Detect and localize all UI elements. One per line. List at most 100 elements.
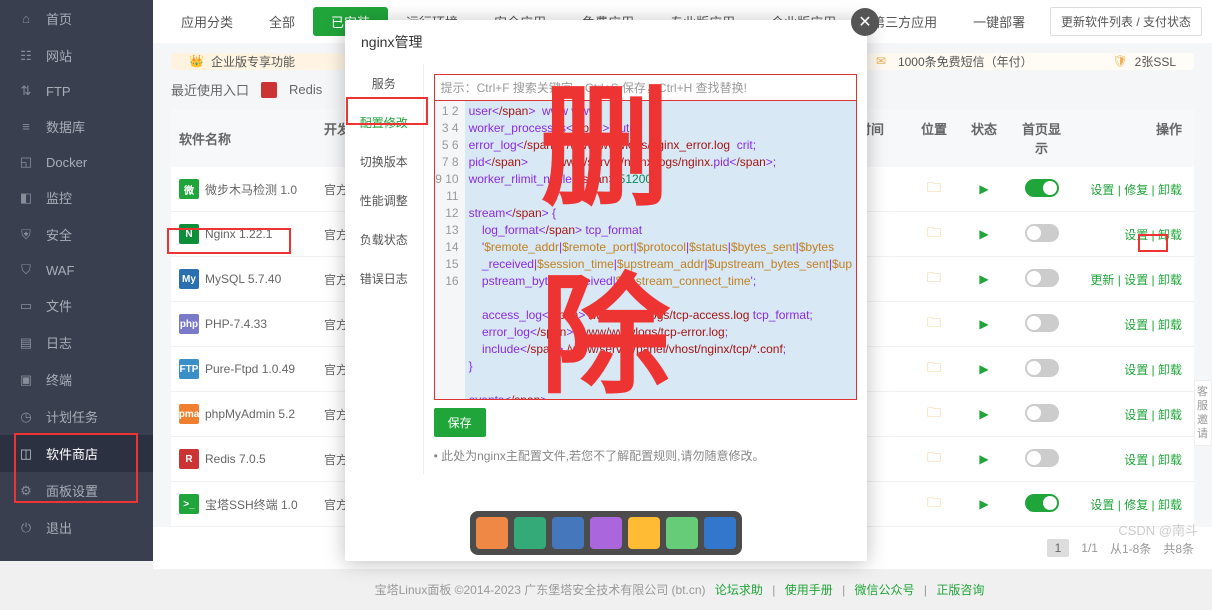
folder-icon[interactable]: 🗀 <box>927 224 941 240</box>
close-icon[interactable]: ✕ <box>851 8 879 36</box>
app-name[interactable]: Pure-Ftpd 1.0.49 <box>205 362 295 376</box>
dock-item[interactable] <box>704 517 736 549</box>
footer-link-forum[interactable]: 论坛求助 <box>715 583 763 597</box>
footer-link-wechat[interactable]: 微信公众号 <box>855 583 915 597</box>
sidebar-item-home[interactable]: ⌂首页 <box>0 0 153 37</box>
row-ops[interactable]: 更新 | 设置 | 卸载 <box>1074 261 1194 298</box>
app-icon: >_ <box>179 494 199 514</box>
folder-icon[interactable]: 🗀 <box>927 314 941 330</box>
watermark: CSDN @南斗 <box>1118 520 1198 539</box>
tab-all[interactable]: 全部 <box>251 7 313 36</box>
play-icon[interactable]: ▶ <box>979 362 988 376</box>
row-ops[interactable]: 设置 | 修复 | 卸载 <box>1074 486 1194 523</box>
folder-icon[interactable]: 🗀 <box>927 179 941 195</box>
recent-item[interactable]: Redis <box>289 82 322 97</box>
modal-content: 提示：Ctrl+F 搜索关键字，Ctrl+S 保存，Ctrl+H 查找替换! 1… <box>424 64 867 474</box>
dock-item[interactable] <box>552 517 584 549</box>
app-name[interactable]: Nginx 1.22.1 <box>205 227 272 241</box>
folder-icon[interactable]: 🗀 <box>927 269 941 285</box>
folder-icon[interactable]: 🗀 <box>927 494 941 510</box>
row-ops[interactable]: 设置 | 修复 | 卸载 <box>1074 171 1194 208</box>
code-area[interactable]: user</span> www www; worker_processes</s… <box>465 101 856 399</box>
folder-icon[interactable]: 🗀 <box>927 404 941 420</box>
config-editor[interactable]: 1 2 3 4 5 6 7 8 9 10 11 12 13 14 15 16 u… <box>434 100 857 400</box>
home-toggle[interactable] <box>1025 314 1059 332</box>
row-ops[interactable]: 设置 | 卸载 <box>1074 396 1194 433</box>
modal-title: nginx管理 <box>345 20 867 64</box>
home-toggle[interactable] <box>1025 404 1059 422</box>
sidebar-item-waf[interactable]: ⛉WAF <box>0 253 153 287</box>
folder-icon[interactable]: 🗀 <box>927 359 941 375</box>
tab-app-category[interactable]: 应用分类 <box>163 7 251 36</box>
home-toggle[interactable] <box>1025 179 1059 197</box>
sidebar-item-ftp[interactable]: ⇅FTP <box>0 74 153 108</box>
app-name[interactable]: Redis 7.0.5 <box>205 452 266 466</box>
dock-item[interactable] <box>628 517 660 549</box>
row-ops[interactable]: 设置 | 卸载 <box>1074 306 1194 343</box>
home-toggle[interactable] <box>1025 269 1059 287</box>
sidebar-item-monitor[interactable]: ◧监控 <box>0 179 153 216</box>
mtab-error-log[interactable]: 错误日志 <box>345 259 423 298</box>
sidebar-item-docker[interactable]: ◱Docker <box>0 145 153 179</box>
app-name[interactable]: PHP-7.4.33 <box>205 317 267 331</box>
taskbar-dock[interactable] <box>470 511 742 555</box>
sidebar-item-cron[interactable]: ◷计划任务 <box>0 398 153 435</box>
play-icon[interactable]: ▶ <box>979 272 988 286</box>
sidebar-item-security[interactable]: ⛨安全 <box>0 216 153 253</box>
home-toggle[interactable] <box>1025 224 1059 242</box>
side-float-helper[interactable]: 客服邀请 <box>1194 380 1212 446</box>
mtab-performance[interactable]: 性能调整 <box>345 181 423 220</box>
mtab-config[interactable]: 配置修改 <box>345 103 423 142</box>
cron-icon: ◷ <box>18 409 34 425</box>
sidebar-item-website[interactable]: ☷网站 <box>0 37 153 74</box>
db-icon: ≡ <box>18 119 34 135</box>
mtab-load-status[interactable]: 负载状态 <box>345 220 423 259</box>
app-name[interactable]: 微步木马检测 1.0 <box>205 181 297 198</box>
sidebar-item-logs[interactable]: ▤日志 <box>0 324 153 361</box>
sidebar-item-panel-settings[interactable]: ⚙面板设置 <box>0 472 153 509</box>
nginx-modal: ✕ nginx管理 服务 配置修改 切换版本 性能调整 负载状态 错误日志 提示… <box>345 20 867 561</box>
dock-item[interactable] <box>476 517 508 549</box>
save-button[interactable]: 保存 <box>434 408 486 437</box>
page-current[interactable]: 1 <box>1047 539 1070 557</box>
sidebar-item-exit[interactable]: ⏻退出 <box>0 509 153 546</box>
row-ops[interactable]: 设置 | 卸载 <box>1074 216 1194 253</box>
th-ops: 操作 <box>1074 109 1194 167</box>
footer-copyright: 宝塔Linux面板 ©2014-2023 广东堡塔安全技术有限公司 (bt.cn… <box>375 583 706 597</box>
play-icon[interactable]: ▶ <box>979 182 988 196</box>
play-icon[interactable]: ▶ <box>979 452 988 466</box>
app-name[interactable]: phpMyAdmin 5.2 <box>205 407 295 421</box>
app-name[interactable]: 宝塔SSH终端 1.0 <box>205 496 298 513</box>
home-toggle[interactable] <box>1025 494 1059 512</box>
store-icon: ◫ <box>18 446 34 462</box>
app-name[interactable]: MySQL 5.7.40 <box>205 272 281 286</box>
play-icon[interactable]: ▶ <box>979 497 988 511</box>
play-icon[interactable]: ▶ <box>979 317 988 331</box>
mtab-switch-version[interactable]: 切换版本 <box>345 142 423 181</box>
footer-link-manual[interactable]: 使用手册 <box>785 583 833 597</box>
home-toggle[interactable] <box>1025 359 1059 377</box>
ssl-icon: 🛡 <box>1113 54 1129 70</box>
recent-label: 最近使用入口 <box>171 80 249 99</box>
footer-link-genuine[interactable]: 正版咨询 <box>936 583 984 597</box>
mtab-service[interactable]: 服务 <box>345 64 423 103</box>
dock-item[interactable] <box>666 517 698 549</box>
row-ops[interactable]: 设置 | 卸载 <box>1074 441 1194 478</box>
redis-icon <box>261 82 277 98</box>
sidebar-item-database[interactable]: ≡数据库 <box>0 108 153 145</box>
folder-icon[interactable]: 🗀 <box>927 449 941 465</box>
dock-item[interactable] <box>590 517 622 549</box>
tab-one-click-deploy[interactable]: 一键部署 <box>955 7 1043 36</box>
home-toggle[interactable] <box>1025 449 1059 467</box>
sidebar-item-software-store[interactable]: ◫软件商店 <box>0 435 153 472</box>
sidebar-item-files[interactable]: ▭文件 <box>0 287 153 324</box>
play-icon[interactable]: ▶ <box>979 227 988 241</box>
play-icon[interactable]: ▶ <box>979 407 988 421</box>
row-ops[interactable]: 设置 | 卸载 <box>1074 351 1194 388</box>
sidebar-item-terminal[interactable]: ▣终端 <box>0 361 153 398</box>
dock-item[interactable] <box>514 517 546 549</box>
docker-icon: ◱ <box>18 154 34 170</box>
update-list-button[interactable]: 更新软件列表 / 支付状态 <box>1050 7 1202 36</box>
exit-icon: ⏻ <box>18 520 34 536</box>
app-icon: My <box>179 269 199 289</box>
